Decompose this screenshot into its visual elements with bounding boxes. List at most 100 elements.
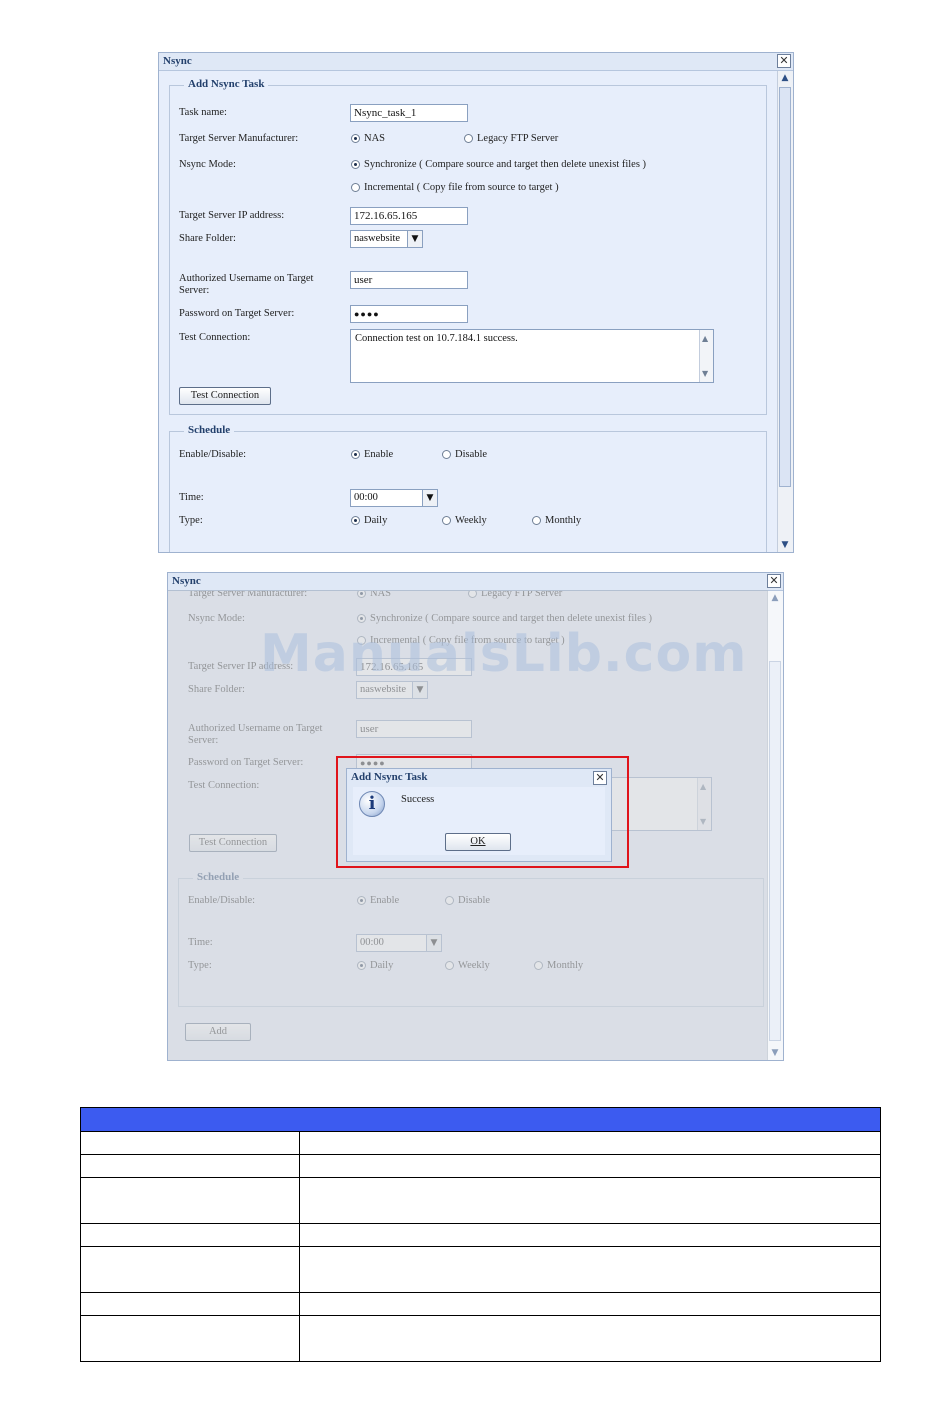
scroll-down-icon[interactable]: ▼ [779, 539, 791, 551]
table-row [80, 1131, 881, 1155]
window-title: Nsync [159, 53, 793, 71]
schedule-radio-disable: Disable [445, 895, 490, 907]
manufacturer-radio-nas: NAS [357, 591, 391, 600]
type-radio-monthly: Monthly [534, 960, 583, 972]
window-title: Nsync [168, 573, 783, 591]
radio-icon [464, 134, 473, 143]
username-label: Authorized Username on Target Server: [179, 273, 314, 296]
password-label: Password on Target Server: [188, 757, 304, 768]
share-folder-label: Share Folder: [179, 233, 236, 244]
scroll-up-icon[interactable]: ▲ [779, 72, 791, 84]
manufacturer-label: Target Server Manufacturer: [188, 591, 308, 599]
window-scrollbar: ▲ ▼ [767, 591, 783, 1060]
radio-icon [357, 896, 366, 905]
password-input[interactable]: ●●●● [350, 305, 468, 323]
manufacturer-radio-ftp: Legacy FTP Server [468, 591, 562, 600]
radio-icon [468, 591, 477, 598]
radio-icon [532, 516, 541, 525]
enable-label: Enable/Disable: [188, 895, 256, 906]
schedule-radio-enable[interactable]: Enable [351, 449, 393, 461]
chevron-down-icon[interactable]: ▼ [407, 231, 422, 247]
time-select: 00:00 ▼ [356, 934, 442, 952]
table-header [80, 1107, 881, 1132]
test-result-textarea[interactable]: Connection test on 10.7.184.1 success. ▲… [350, 329, 714, 383]
manufacturer-label: Target Server Manufacturer: [179, 133, 299, 144]
add-button: Add [185, 1023, 251, 1041]
radio-icon [351, 160, 360, 169]
table-header-row [80, 1107, 881, 1132]
radio-icon [445, 961, 454, 970]
username-input: user [356, 720, 472, 738]
share-folder-select[interactable]: naswebsite ▼ [350, 230, 423, 248]
schedule-legend: Schedule [184, 424, 235, 436]
time-label: Time: [179, 492, 204, 503]
enable-label: Enable/Disable: [179, 449, 247, 460]
add-task-legend: Add Nsync Task [184, 78, 269, 90]
scroll-thumb[interactable] [779, 87, 791, 487]
test-connection-button[interactable]: Test Connection [179, 387, 271, 405]
task-name-label: Task name: [179, 107, 227, 118]
table-row [80, 1292, 881, 1316]
radio-icon [357, 591, 366, 598]
window-content: Add Nsync Task Task name: Nsync_task_1 T… [159, 71, 777, 552]
type-label: Type: [188, 960, 212, 971]
radio-icon [351, 516, 360, 525]
username-label: Authorized Username on Target Server: [188, 723, 323, 746]
radio-icon [351, 183, 360, 192]
type-label: Type: [179, 515, 203, 526]
table-row [80, 1246, 881, 1293]
window-scrollbar[interactable]: ▲ ▼ [777, 71, 793, 552]
time-select[interactable]: 00:00 ▼ [350, 489, 438, 507]
username-input[interactable]: user [350, 271, 468, 289]
password-label: Password on Target Server: [179, 308, 295, 319]
test-connection-button: Test Connection [189, 834, 277, 852]
type-radio-weekly: Weekly [445, 960, 490, 972]
mode-radio-synchronize[interactable]: Synchronize ( Compare source and target … [351, 159, 646, 171]
scroll-down-icon: ▼ [771, 1048, 779, 1058]
test-connection-label: Test Connection: [179, 332, 251, 343]
schedule-radio-disable[interactable]: Disable [442, 449, 487, 461]
chevron-down-icon: ▼ [426, 935, 441, 951]
radio-icon [357, 614, 366, 623]
textarea-scrollbar: ▲ ▼ [697, 778, 711, 830]
share-folder-label: Share Folder: [188, 684, 245, 695]
radio-icon [442, 516, 451, 525]
type-radio-monthly[interactable]: Monthly [532, 515, 581, 527]
manufacturer-radio-nas[interactable]: NAS [351, 133, 385, 145]
radio-icon [442, 450, 451, 459]
table-row [80, 1223, 881, 1247]
table-row [80, 1315, 881, 1362]
chevron-down-icon[interactable]: ▼ [422, 490, 437, 506]
highlight-box [336, 756, 629, 868]
type-radio-daily[interactable]: Daily [351, 515, 387, 527]
test-connection-label: Test Connection: [188, 780, 260, 791]
radio-icon [357, 961, 366, 970]
mode-radio-incremental[interactable]: Incremental ( Copy file from source to t… [351, 182, 559, 194]
table-row [80, 1154, 881, 1178]
mode-label: Nsync Mode: [188, 613, 245, 624]
scroll-thumb [769, 661, 781, 1041]
mode-label: Nsync Mode: [179, 159, 236, 170]
table-row [80, 1177, 881, 1224]
close-icon[interactable]: ✕ [767, 574, 781, 588]
ip-label: Target Server IP address: [179, 210, 285, 221]
time-label: Time: [188, 937, 213, 948]
radio-icon [534, 961, 543, 970]
description-table [80, 1107, 881, 1362]
type-radio-weekly[interactable]: Weekly [442, 515, 487, 527]
task-name-input[interactable]: Nsync_task_1 [350, 104, 468, 122]
type-radio-daily: Daily [357, 960, 393, 972]
radio-icon [445, 896, 454, 905]
scroll-up-icon: ▲ [771, 593, 779, 603]
ip-input[interactable]: 172.16.65.165 [350, 207, 468, 225]
schedule-legend: Schedule [193, 871, 244, 883]
chevron-down-icon: ▼ [412, 682, 427, 698]
radio-icon [351, 450, 360, 459]
textarea-scrollbar[interactable]: ▲ ▼ [699, 330, 713, 382]
manufacturer-radio-ftp[interactable]: Legacy FTP Server [464, 133, 558, 145]
radio-icon [351, 134, 360, 143]
watermark: ManualsLib.com [260, 624, 748, 684]
schedule-radio-enable: Enable [357, 895, 399, 907]
nsync-window: Nsync ✕ Add Nsync Task Task name: Nsync_… [158, 52, 794, 553]
close-icon[interactable]: ✕ [777, 54, 791, 68]
